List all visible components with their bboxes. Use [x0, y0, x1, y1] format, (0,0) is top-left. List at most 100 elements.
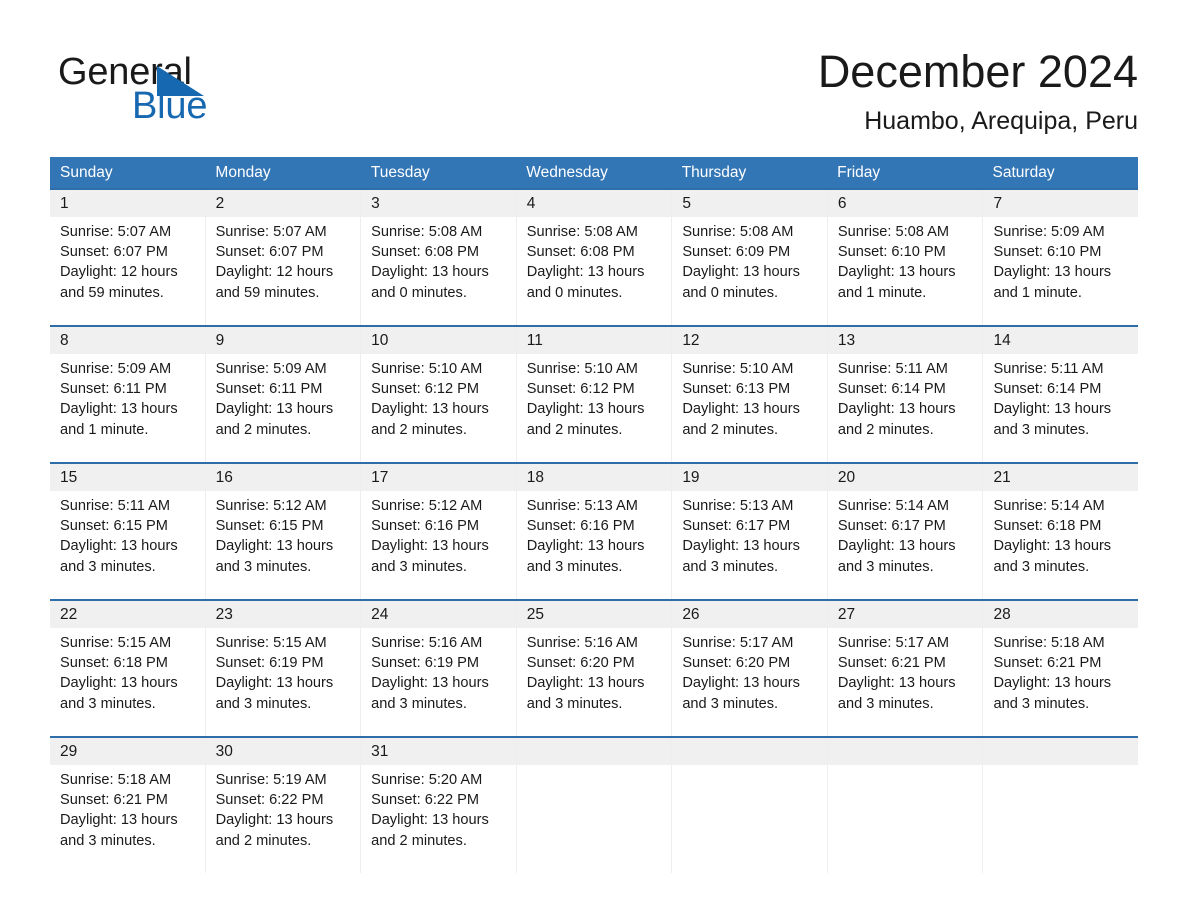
day-cell[interactable]: Sunrise: 5:11 AM Sunset: 6:14 PM Dayligh…	[826, 354, 983, 462]
day-number[interactable]: 8	[50, 327, 205, 354]
day-number[interactable]: 17	[360, 464, 516, 491]
day-cell[interactable]: Sunrise: 5:16 AM Sunset: 6:19 PM Dayligh…	[360, 628, 516, 736]
sunrise-text: Sunrise: 5:12 AM	[215, 498, 327, 514]
daylight-text-line2: and 3 minutes.	[682, 695, 779, 712]
day-number[interactable]: 16	[204, 464, 361, 491]
day-number[interactable]: 25	[515, 601, 672, 628]
day-number[interactable]: 20	[826, 464, 983, 491]
day-number[interactable]: 11	[515, 327, 672, 354]
daylight-text-line2: and 1 minute.	[60, 421, 149, 438]
day-cell-empty	[515, 765, 672, 873]
day-number[interactable]: 6	[826, 190, 983, 217]
day-cell[interactable]: Sunrise: 5:20 AM Sunset: 6:22 PM Dayligh…	[360, 765, 516, 873]
sunset-text: Sunset: 6:21 PM	[60, 792, 168, 809]
day-number[interactable]: 19	[671, 464, 827, 491]
day-cell[interactable]: Sunrise: 5:17 AM Sunset: 6:20 PM Dayligh…	[671, 628, 827, 736]
daylight-text-line1: Daylight: 13 hours	[837, 401, 956, 418]
day-cell[interactable]: Sunrise: 5:19 AM Sunset: 6:22 PM Dayligh…	[204, 765, 361, 873]
daylight-text-line1: Daylight: 13 hours	[526, 675, 645, 692]
day-number[interactable]: 12	[671, 327, 827, 354]
day-number[interactable]: 29	[50, 738, 205, 765]
weekday-header-row: Sunday Monday Tuesday Wednesday Thursday…	[50, 157, 1138, 188]
day-number[interactable]: 18	[515, 464, 672, 491]
day-cell[interactable]: Sunrise: 5:13 AM Sunset: 6:16 PM Dayligh…	[515, 491, 672, 599]
sunrise-text: Sunrise: 5:15 AM	[215, 635, 327, 651]
day-cell[interactable]: Sunrise: 5:14 AM Sunset: 6:17 PM Dayligh…	[826, 491, 983, 599]
day-cell[interactable]: Sunrise: 5:10 AM Sunset: 6:12 PM Dayligh…	[360, 354, 516, 462]
day-cell-empty	[671, 765, 827, 873]
day-cell[interactable]: Sunrise: 5:11 AM Sunset: 6:15 PM Dayligh…	[50, 491, 205, 599]
day-cell[interactable]: Sunrise: 5:08 AM Sunset: 6:08 PM Dayligh…	[360, 217, 516, 325]
day-number[interactable]: 22	[50, 601, 205, 628]
day-number[interactable]: 1	[50, 190, 205, 217]
daylight-text-line2: and 2 minutes.	[371, 421, 467, 438]
daylight-text-line2: and 3 minutes.	[60, 695, 156, 712]
day-cell[interactable]: Sunrise: 5:15 AM Sunset: 6:19 PM Dayligh…	[204, 628, 361, 736]
day-cell[interactable]: Sunrise: 5:08 AM Sunset: 6:08 PM Dayligh…	[515, 217, 672, 325]
day-number[interactable]: 4	[515, 190, 672, 217]
daylight-text-line2: and 59 minutes.	[60, 284, 164, 301]
daylight-text-line1: Daylight: 13 hours	[837, 538, 956, 555]
day-cell[interactable]: Sunrise: 5:16 AM Sunset: 6:20 PM Dayligh…	[515, 628, 672, 736]
sunrise-text: Sunrise: 5:13 AM	[682, 498, 794, 514]
day-cell[interactable]: Sunrise: 5:18 AM Sunset: 6:21 PM Dayligh…	[50, 765, 205, 873]
daylight-text-line1: Daylight: 13 hours	[682, 264, 800, 281]
day-cell[interactable]: Sunrise: 5:15 AM Sunset: 6:18 PM Dayligh…	[50, 628, 205, 736]
day-cell[interactable]: Sunrise: 5:07 AM Sunset: 6:07 PM Dayligh…	[204, 217, 361, 325]
week-number-band: 15 16 17 18 19 20 21	[50, 464, 1138, 491]
day-cell[interactable]: Sunrise: 5:09 AM Sunset: 6:11 PM Dayligh…	[50, 354, 205, 462]
day-number[interactable]: 14	[982, 327, 1138, 354]
day-cell[interactable]: Sunrise: 5:12 AM Sunset: 6:16 PM Dayligh…	[360, 491, 516, 599]
day-cell[interactable]: Sunrise: 5:14 AM Sunset: 6:18 PM Dayligh…	[982, 491, 1138, 599]
day-number[interactable]: 15	[50, 464, 205, 491]
day-number[interactable]: 23	[204, 601, 361, 628]
weekday-header-saturday: Saturday	[992, 164, 1055, 181]
day-number[interactable]: 27	[826, 601, 983, 628]
day-number[interactable]: 21	[982, 464, 1138, 491]
day-cell[interactable]: Sunrise: 5:18 AM Sunset: 6:21 PM Dayligh…	[982, 628, 1138, 736]
daylight-text-line2: and 1 minute.	[837, 284, 927, 301]
day-cell[interactable]: Sunrise: 5:12 AM Sunset: 6:15 PM Dayligh…	[204, 491, 361, 599]
day-number[interactable]: 30	[204, 738, 361, 765]
day-number[interactable]: 7	[982, 190, 1138, 217]
day-cell[interactable]: Sunrise: 5:08 AM Sunset: 6:09 PM Dayligh…	[671, 217, 827, 325]
daylight-text-line2: and 3 minutes.	[215, 558, 312, 575]
sunrise-text: Sunrise: 5:13 AM	[526, 498, 638, 514]
day-cell[interactable]: Sunrise: 5:10 AM Sunset: 6:12 PM Dayligh…	[515, 354, 672, 462]
sunset-text: Sunset: 6:12 PM	[526, 381, 635, 398]
day-number[interactable]: 13	[826, 327, 983, 354]
day-cell[interactable]: Sunrise: 5:07 AM Sunset: 6:07 PM Dayligh…	[50, 217, 205, 325]
sunset-text: Sunset: 6:08 PM	[371, 244, 480, 261]
day-cell[interactable]: Sunrise: 5:10 AM Sunset: 6:13 PM Dayligh…	[671, 354, 827, 462]
sunrise-text: Sunrise: 5:18 AM	[60, 772, 172, 788]
weekday-header-sunday: Sunday	[60, 164, 113, 181]
day-cell[interactable]: Sunrise: 5:17 AM Sunset: 6:21 PM Dayligh…	[826, 628, 983, 736]
day-cell[interactable]: Sunrise: 5:08 AM Sunset: 6:10 PM Dayligh…	[826, 217, 983, 325]
day-number[interactable]: 31	[360, 738, 516, 765]
day-cell[interactable]: Sunrise: 5:13 AM Sunset: 6:17 PM Dayligh…	[671, 491, 827, 599]
daylight-text-line2: and 3 minutes.	[993, 421, 1090, 438]
day-number[interactable]: 2	[204, 190, 361, 217]
daylight-text-line2: and 0 minutes.	[526, 284, 623, 301]
daylight-text-line2: and 0 minutes.	[682, 284, 779, 301]
day-cell[interactable]: Sunrise: 5:09 AM Sunset: 6:10 PM Dayligh…	[982, 217, 1138, 325]
week-row: 8 9 10 11 12 13 14 Sunrise: 5:09 AM Suns…	[50, 325, 1138, 462]
daylight-text-line2: and 2 minutes.	[526, 421, 623, 438]
day-cell-empty	[982, 765, 1138, 873]
day-number[interactable]: 28	[982, 601, 1138, 628]
day-number[interactable]: 5	[671, 190, 827, 217]
day-number[interactable]: 3	[360, 190, 516, 217]
sunrise-text: Sunrise: 5:19 AM	[215, 772, 327, 788]
daylight-text-line2: and 2 minutes.	[371, 832, 467, 849]
sunrise-text: Sunrise: 5:18 AM	[993, 635, 1105, 651]
daylight-text-line1: Daylight: 13 hours	[526, 264, 645, 281]
day-number[interactable]: 24	[360, 601, 516, 628]
daylight-text-line2: and 3 minutes.	[60, 832, 156, 849]
day-number[interactable]: 9	[204, 327, 361, 354]
day-cell[interactable]: Sunrise: 5:09 AM Sunset: 6:11 PM Dayligh…	[204, 354, 361, 462]
sunrise-text: Sunrise: 5:15 AM	[60, 635, 172, 651]
day-number[interactable]: 26	[671, 601, 827, 628]
sunset-text: Sunset: 6:09 PM	[682, 244, 791, 261]
day-cell[interactable]: Sunrise: 5:11 AM Sunset: 6:14 PM Dayligh…	[982, 354, 1138, 462]
day-number[interactable]: 10	[360, 327, 516, 354]
